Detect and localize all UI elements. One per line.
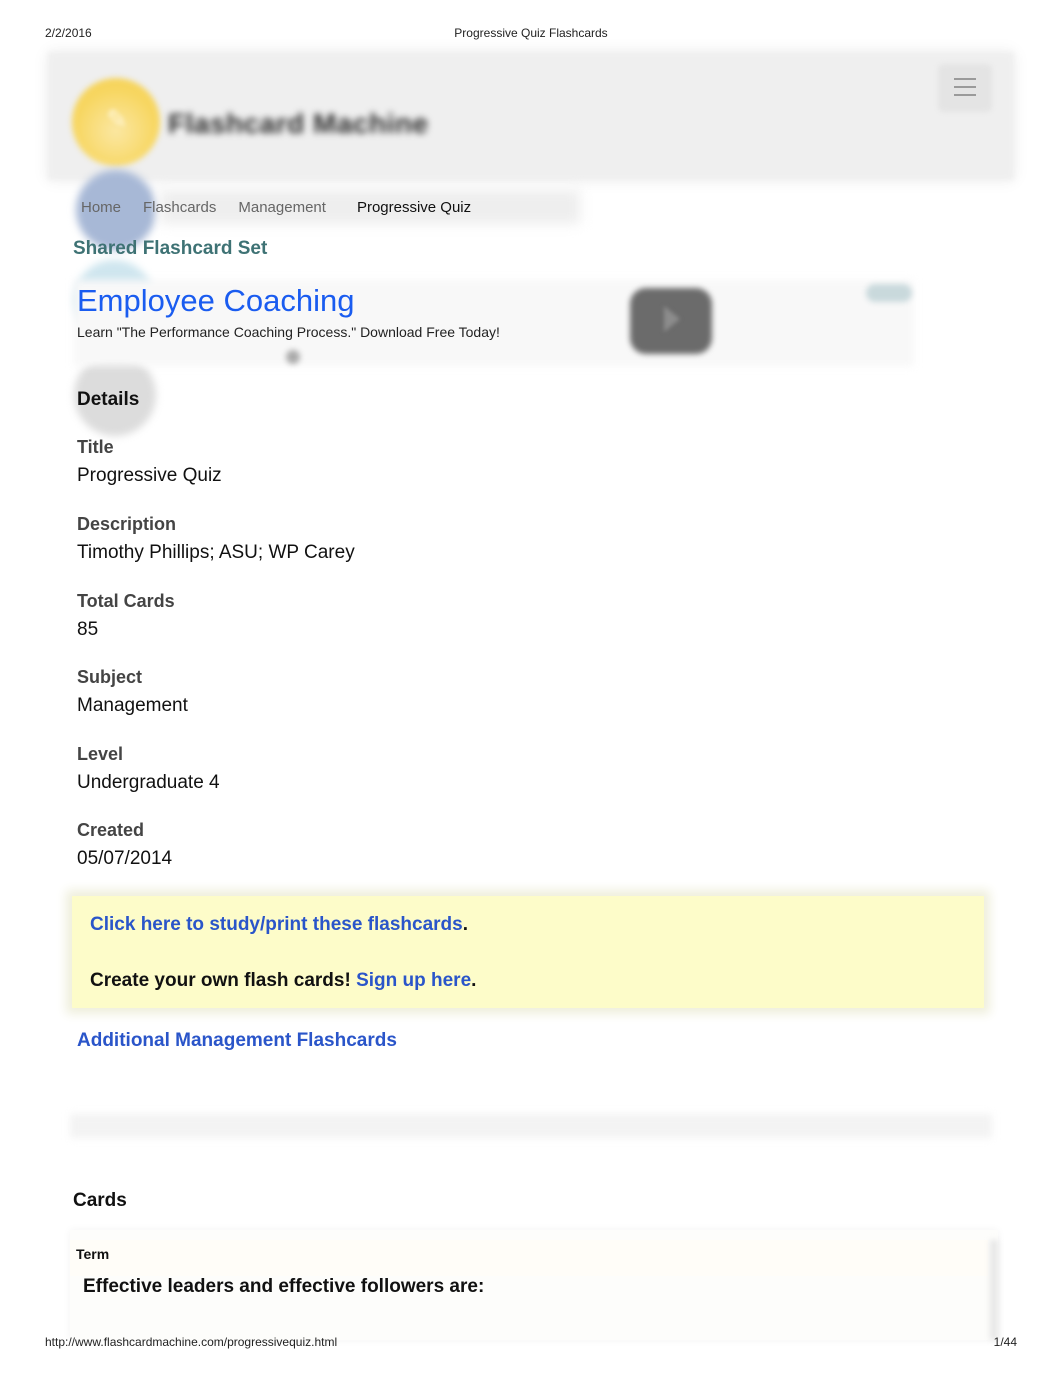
ad-badge[interactable] bbox=[866, 284, 912, 302]
study-callout: Click here to study/print these flashcar… bbox=[72, 896, 984, 1008]
hamburger-menu-icon[interactable] bbox=[954, 78, 976, 96]
cards-heading: Cards bbox=[73, 1190, 127, 1211]
detail-value: 85 bbox=[77, 619, 99, 640]
detail-total-cards: Total Cards 85 bbox=[77, 591, 175, 641]
pencil-icon: ✎ bbox=[106, 104, 128, 134]
study-suffix: . bbox=[462, 914, 468, 935]
detail-label: Created bbox=[77, 820, 145, 840]
details-heading: Details bbox=[77, 389, 140, 410]
study-line: Click here to study/print these flashcar… bbox=[90, 914, 468, 936]
term-label: Term bbox=[76, 1246, 110, 1262]
additional-flashcards-link[interactable]: Additional Management Flashcards bbox=[77, 1030, 397, 1052]
section-label: Shared Flashcard Set bbox=[73, 238, 268, 259]
signup-line: Create your own flash cards! Sign up her… bbox=[90, 970, 476, 992]
breadcrumb-home[interactable]: Home bbox=[70, 199, 132, 216]
brand-name[interactable]: Flashcard Machine bbox=[168, 108, 429, 140]
ad-indicator-dot bbox=[286, 350, 300, 364]
page-number: 1/44 bbox=[993, 1335, 1017, 1349]
ad-text[interactable]: Learn "The Performance Coaching Process.… bbox=[77, 324, 500, 340]
detail-value: Timothy Phillips; ASU; WP Carey bbox=[77, 542, 355, 563]
print-document-title: Progressive Quiz Flashcards bbox=[454, 26, 608, 40]
detail-value: Undergraduate 4 bbox=[77, 772, 220, 793]
breadcrumb: Home Flashcards Management Progressive Q… bbox=[70, 190, 580, 224]
ad-title[interactable]: Employee Coaching bbox=[77, 283, 354, 319]
detail-label: Title bbox=[77, 437, 114, 457]
divider bbox=[70, 1114, 992, 1138]
breadcrumb-management[interactable]: Management bbox=[227, 199, 337, 216]
detail-label: Subject bbox=[77, 667, 143, 687]
detail-label: Level bbox=[77, 744, 124, 764]
breadcrumb-flashcards[interactable]: Flashcards bbox=[132, 199, 227, 216]
detail-created: Created 05/07/2014 bbox=[77, 820, 172, 870]
detail-level: Level Undergraduate 4 bbox=[77, 744, 220, 794]
print-header: 2/2/2016 Progressive Quiz Flashcards bbox=[45, 26, 1017, 42]
breadcrumb-current[interactable]: Progressive Quiz bbox=[337, 199, 482, 216]
detail-description: Description Timothy Phillips; ASU; WP Ca… bbox=[77, 514, 355, 564]
detail-subject: Subject Management bbox=[77, 667, 188, 717]
signup-suffix: . bbox=[471, 970, 477, 991]
term-band bbox=[70, 1240, 988, 1276]
detail-title: Title Progressive Quiz bbox=[77, 437, 222, 487]
term-text: Effective leaders and effective follower… bbox=[83, 1276, 485, 1297]
detail-label: Total Cards bbox=[77, 591, 175, 611]
detail-value: Progressive Quiz bbox=[77, 465, 222, 486]
ad-banner[interactable]: Employee Coaching Learn "The Performance… bbox=[64, 280, 914, 366]
card-edge bbox=[990, 1240, 998, 1340]
print-footer: http://www.flashcardmachine.com/progress… bbox=[45, 1335, 1017, 1351]
detail-value: Management bbox=[77, 695, 188, 716]
detail-value: 05/07/2014 bbox=[77, 848, 173, 869]
create-text: Create your own flash cards! bbox=[90, 970, 351, 991]
flashcard[interactable]: Term Effective leaders and effective fol… bbox=[70, 1230, 998, 1340]
detail-label: Description bbox=[77, 514, 177, 534]
print-url: http://www.flashcardmachine.com/progress… bbox=[45, 1335, 338, 1349]
signup-link[interactable]: Sign up here bbox=[356, 970, 471, 991]
study-print-link[interactable]: Click here to study/print these flashcar… bbox=[90, 914, 463, 935]
play-icon bbox=[664, 306, 680, 332]
